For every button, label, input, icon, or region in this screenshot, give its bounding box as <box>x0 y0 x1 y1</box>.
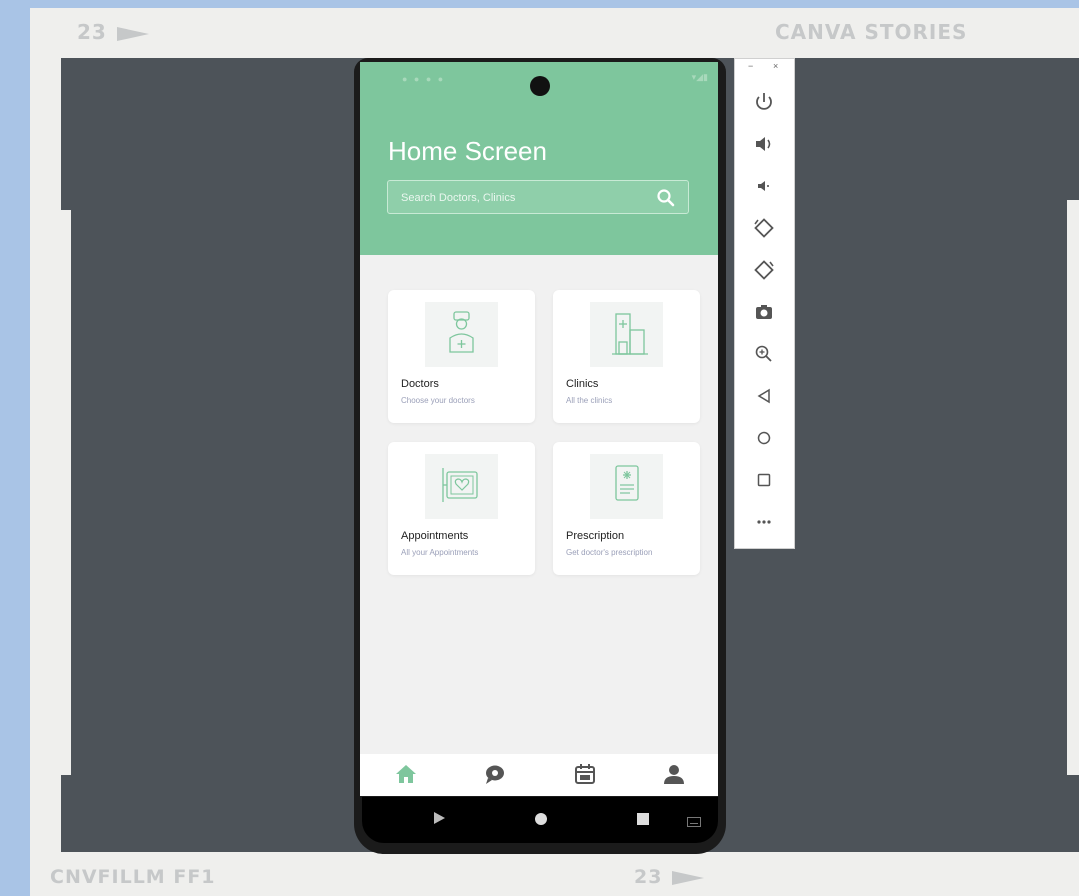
power-icon[interactable] <box>752 90 776 114</box>
search-icon[interactable] <box>656 188 676 213</box>
card-subtitle: Get doctor's prescription <box>566 548 653 557</box>
close-button[interactable]: × <box>773 61 778 71</box>
page-title: Home Screen <box>388 136 547 166</box>
more-icon[interactable] <box>752 510 776 534</box>
phone-screen: ● ● ● ● ▾◢▮ Home Screen Search Doctors, … <box>360 62 718 796</box>
bottom-navigation <box>360 754 718 796</box>
home-dot-icon[interactable] <box>534 812 548 831</box>
status-bar-icons: ● ● ● ● <box>402 74 446 84</box>
card-title: Appointments <box>401 530 469 542</box>
emulator-control-panel: − × <box>734 58 795 549</box>
film-arrow-icon <box>116 26 149 41</box>
keyboard-icon[interactable] <box>687 814 701 832</box>
camera-icon[interactable] <box>752 300 776 324</box>
heart-monitor-icon <box>425 454 498 519</box>
overview-square-icon[interactable] <box>636 812 650 831</box>
search-placeholder: Search Doctors, Clinics <box>401 192 516 204</box>
prescription-icon <box>590 454 663 519</box>
volume-up-icon[interactable] <box>752 132 776 156</box>
zoom-icon[interactable] <box>752 342 776 366</box>
frame-number-bottom-text: 23 <box>634 866 663 888</box>
category-card-appointments[interactable]: Appointments All your Appointments <box>388 442 535 575</box>
home-icon[interactable] <box>394 762 418 791</box>
card-title: Doctors <box>401 378 439 390</box>
card-subtitle: All the clinics <box>566 396 613 405</box>
back-icon[interactable] <box>752 384 776 408</box>
card-subtitle: Choose your doctors <box>401 396 475 405</box>
app-header: ● ● ● ● ▾◢▮ Home Screen Search Doctors, … <box>360 62 718 255</box>
film-frame-number: 23 <box>77 20 149 44</box>
clinic-building-icon <box>590 302 663 367</box>
home-circle-icon[interactable] <box>752 426 776 450</box>
rotate-left-icon[interactable] <box>752 216 776 240</box>
film-brand: CANVA STORIES <box>775 20 968 44</box>
card-title: Clinics <box>566 378 599 390</box>
category-card-clinics[interactable]: Clinics All the clinics <box>553 290 700 423</box>
search-input[interactable]: Search Doctors, Clinics <box>387 180 689 214</box>
film-code: CNVFILLM FF1 <box>50 866 216 888</box>
chat-icon[interactable] <box>483 762 507 791</box>
film-arrow-icon <box>672 870 705 885</box>
card-title: Prescription <box>566 530 625 542</box>
back-triangle-icon[interactable] <box>432 810 446 831</box>
volume-down-icon[interactable] <box>752 174 776 198</box>
rotate-right-icon[interactable] <box>752 258 776 282</box>
card-subtitle: All your Appointments <box>401 548 479 557</box>
front-camera <box>530 76 550 96</box>
calendar-icon[interactable] <box>573 762 597 791</box>
status-bar-right-icons: ▾◢▮ <box>691 72 708 82</box>
film-frame-number-bottom: 23 <box>634 866 705 888</box>
frame-number-text: 23 <box>77 20 107 44</box>
category-card-prescription[interactable]: Prescription Get doctor's prescription <box>553 442 700 575</box>
overview-square-icon[interactable] <box>752 468 776 492</box>
profile-icon[interactable] <box>662 762 686 791</box>
film-notch <box>1067 200 1079 775</box>
minimize-button[interactable]: − <box>748 61 753 71</box>
doctor-icon <box>425 302 498 367</box>
film-notch <box>61 210 71 775</box>
category-card-doctors[interactable]: Doctors Choose your doctors <box>388 290 535 423</box>
system-navigation-bar <box>362 797 718 843</box>
